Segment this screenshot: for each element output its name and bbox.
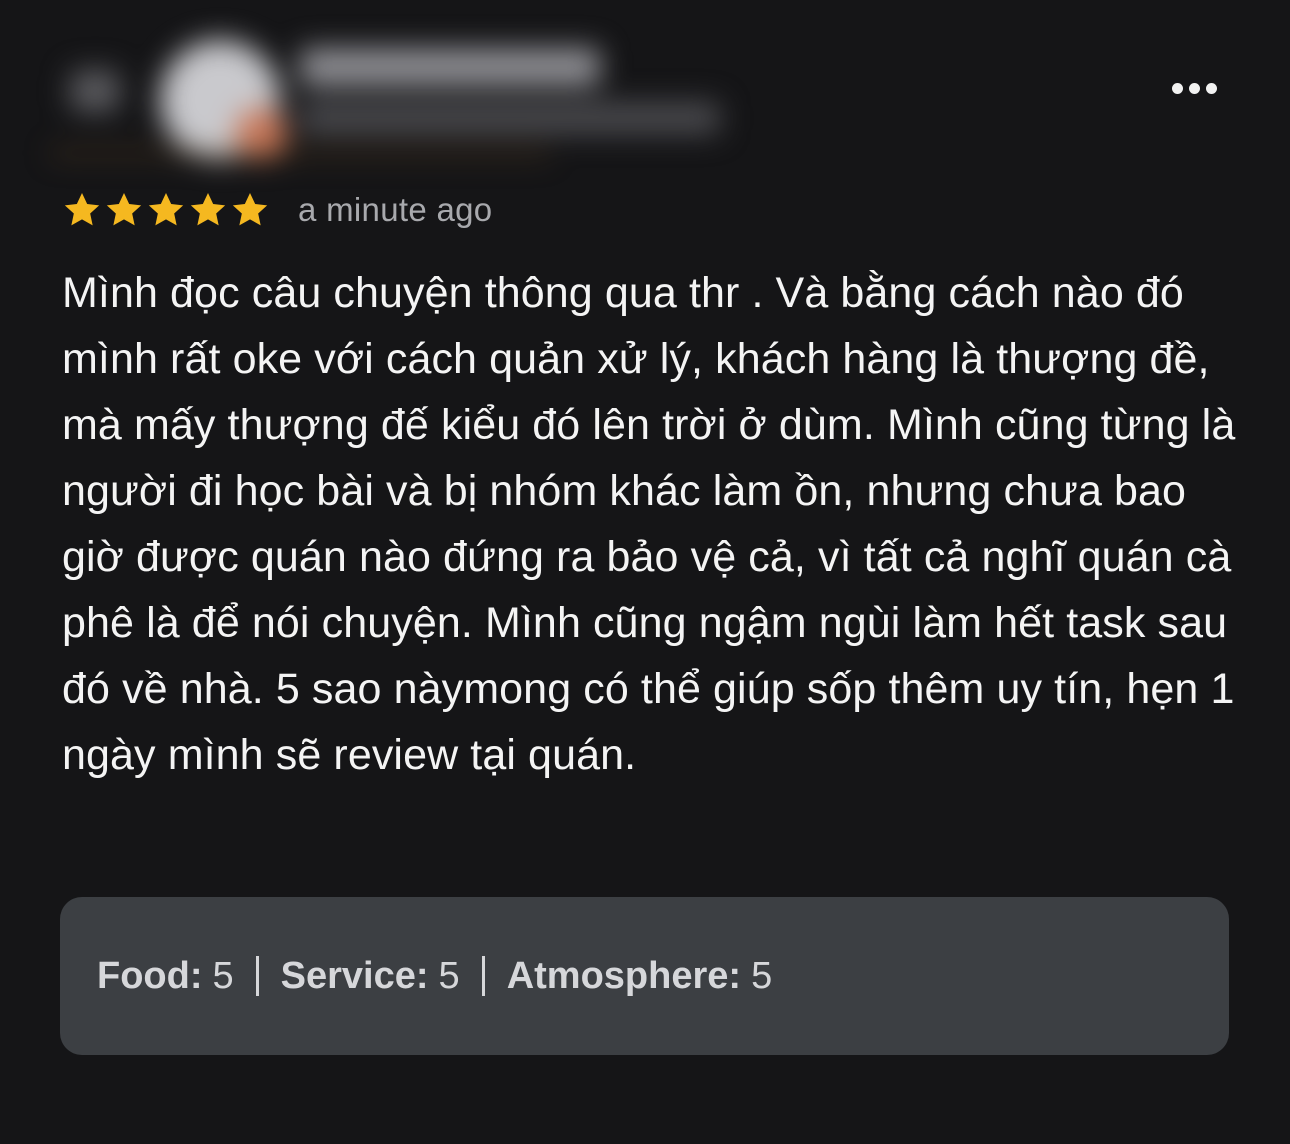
- star-rating: [62, 190, 270, 230]
- divider: [50, 150, 550, 156]
- more-dot: [1205, 82, 1217, 94]
- aspect-ratings: Food: 5 Service: 5 Atmosphere: 5: [60, 897, 1229, 1055]
- star-icon: [190, 193, 226, 226]
- star-icon: [64, 193, 100, 226]
- back-icon: [70, 70, 120, 112]
- review-text: Mình đọc câu chuyện thông qua thr . Và b…: [62, 269, 1236, 779]
- separator: [481, 956, 485, 996]
- reviewer-name-redacted: [300, 48, 600, 86]
- aspect-label: Service:: [280, 954, 429, 997]
- review-time: a minute ago: [298, 191, 493, 228]
- review-header: [0, 0, 1290, 175]
- reviewer-meta-redacted: [300, 102, 720, 134]
- aspect-value: 5: [212, 954, 234, 997]
- blurred-reviewer-info: [40, 20, 740, 170]
- separator: [255, 956, 259, 996]
- more-horizontal-icon: [1171, 82, 1183, 94]
- aspect-label: Food:: [97, 954, 203, 997]
- aspect-service: Service: 5: [281, 955, 460, 998]
- more-dot: [1188, 82, 1200, 94]
- more-options-button[interactable]: [1164, 72, 1224, 104]
- rating-row: a minute ago: [62, 188, 492, 232]
- aspect-food: Food: 5: [97, 955, 234, 998]
- aspect-value: 5: [751, 954, 773, 997]
- star-icon: [106, 193, 142, 226]
- star-icon: [232, 193, 268, 226]
- aspect-value: 5: [438, 954, 460, 997]
- aspect-atmosphere: Atmosphere: 5: [507, 955, 773, 998]
- aspect-label: Atmosphere:: [506, 954, 742, 997]
- star-icon: [148, 193, 184, 226]
